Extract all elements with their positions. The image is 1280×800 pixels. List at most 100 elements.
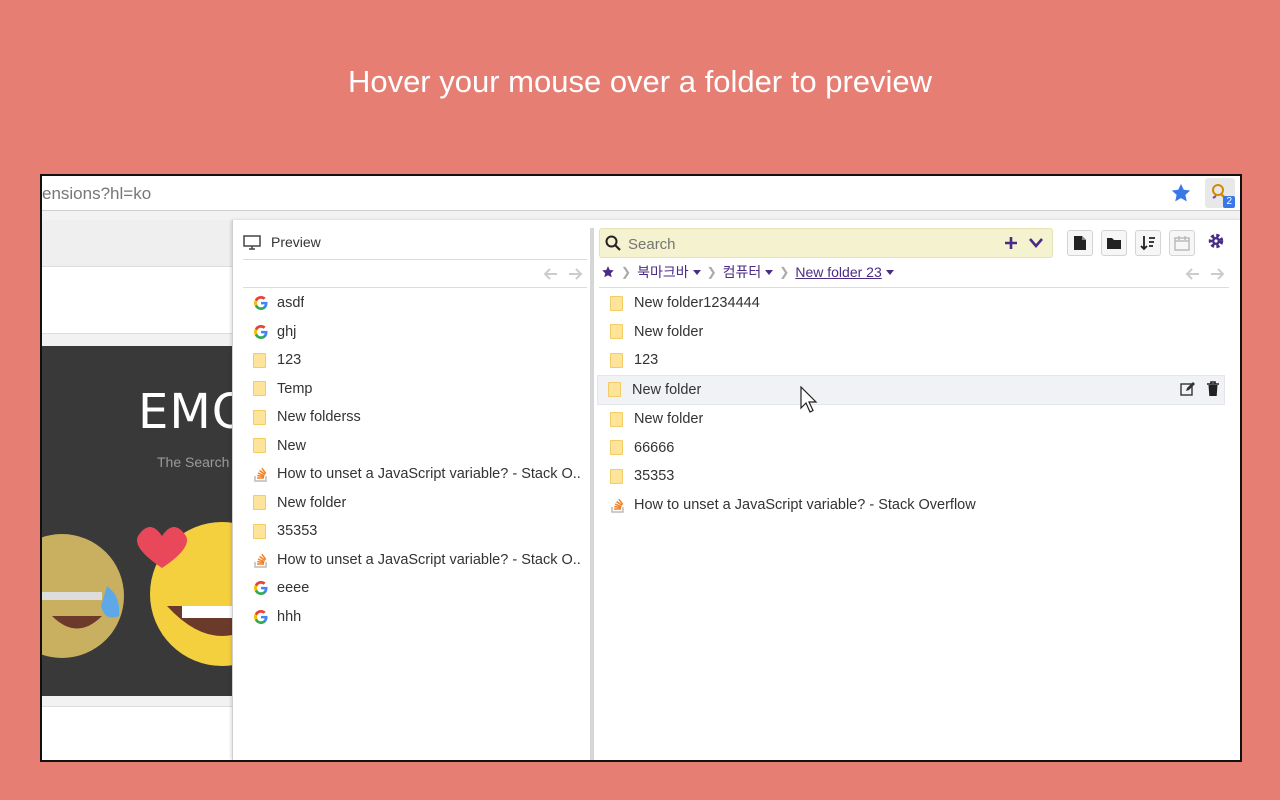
- main-list: New folder1234444 New folder 123 New folder…: [597, 289, 1225, 520]
- hero-subtitle: The Search: [157, 454, 230, 470]
- google-icon: [253, 580, 269, 596]
- main-nav: [1185, 266, 1225, 282]
- row-actions: [1180, 380, 1220, 402]
- preview-list: asdf ghj 123 Temp New folderss New How to unse…: [253, 289, 585, 631]
- preview-title: Preview: [271, 234, 321, 250]
- folder-item[interactable]: New folder: [253, 489, 585, 518]
- breadcrumb-item-2[interactable]: 컴퓨터: [723, 262, 774, 282]
- mouse-cursor-icon: [800, 386, 818, 413]
- search-box[interactable]: [599, 228, 1053, 258]
- forward-arrow-icon[interactable]: [1209, 266, 1225, 282]
- folder-icon: [608, 382, 621, 398]
- folder-icon: [253, 438, 266, 454]
- pane-splitter[interactable]: [590, 228, 594, 760]
- trash-icon[interactable]: [1206, 380, 1220, 402]
- item-label: Temp: [277, 380, 313, 397]
- item-label: hhh: [277, 608, 302, 625]
- add-icon[interactable]: [1004, 236, 1018, 250]
- item-label: New folderss: [277, 409, 361, 426]
- folder-item[interactable]: New folder1234444: [599, 289, 1225, 318]
- preview-divider-2: [243, 287, 587, 288]
- background-page-toolbar: [42, 220, 234, 267]
- stackoverflow-icon: [610, 497, 626, 513]
- item-label: 123: [277, 352, 302, 369]
- folder-item[interactable]: 123: [599, 346, 1225, 375]
- breadcrumb-separator-icon: ❯: [621, 265, 632, 279]
- folder-icon: [610, 324, 623, 340]
- folder-icon: [253, 352, 266, 368]
- folder-icon: [253, 381, 266, 397]
- folder-icon: [610, 295, 623, 311]
- folder-item[interactable]: New: [253, 432, 585, 461]
- breadcrumb-item-current[interactable]: New folder 23: [795, 264, 894, 280]
- caret-down-icon: [765, 269, 774, 275]
- bookmark-star-icon[interactable]: [1170, 182, 1192, 204]
- address-bar[interactable]: ensions?hl=ko 2: [42, 176, 1240, 211]
- headline: Hover your mouse over a folder to previe…: [347, 64, 933, 99]
- extension-badge: 2: [1223, 196, 1235, 208]
- preview-divider: [243, 259, 587, 260]
- background-page-footer: [42, 706, 234, 760]
- bookmark-item[interactable]: hhh: [253, 603, 585, 632]
- folder-item[interactable]: New folderss: [253, 403, 585, 432]
- back-arrow-icon[interactable]: [543, 266, 559, 282]
- google-icon: [253, 609, 269, 625]
- folder-icon: [1107, 238, 1121, 249]
- folder-item[interactable]: Temp: [253, 375, 585, 404]
- item-label: 123: [634, 352, 659, 369]
- main-pane: ❯ 북마크바 ❯ 컴퓨터 ❯ New folder 23 New folder1…: [595, 220, 1240, 760]
- folder-item[interactable]: 35353: [599, 462, 1225, 491]
- google-icon: [253, 295, 269, 311]
- bookmark-item[interactable]: How to unset a JavaScript variable? - St…: [253, 546, 585, 575]
- chevron-down-icon[interactable]: [1028, 237, 1044, 249]
- folder-item[interactable]: New folder: [597, 374, 1225, 405]
- star-root-icon[interactable]: [601, 265, 615, 279]
- breadcrumb-item-1[interactable]: 북마크바: [637, 262, 701, 282]
- breadcrumb-separator-icon: ❯: [706, 265, 717, 279]
- bookmark-item[interactable]: asdf: [253, 289, 585, 318]
- bookmark-item[interactable]: How to unset a JavaScript variable? - St…: [599, 491, 1225, 520]
- calendar-icon: [1174, 236, 1190, 251]
- search-input[interactable]: [626, 233, 1010, 255]
- calendar-button[interactable]: [1169, 230, 1195, 256]
- back-arrow-icon[interactable]: [1185, 266, 1201, 282]
- monitor-icon: [243, 235, 261, 250]
- sort-button[interactable]: [1135, 230, 1161, 256]
- folder-icon: [610, 411, 623, 427]
- folder-item[interactable]: 35353: [253, 517, 585, 546]
- settings-gear-icon[interactable]: [1207, 232, 1225, 255]
- item-label: 66666: [634, 439, 675, 456]
- forward-arrow-icon[interactable]: [567, 266, 583, 282]
- folder-item[interactable]: New folder: [599, 318, 1225, 347]
- item-label: How to unset a JavaScript variable? - St…: [277, 466, 581, 483]
- item-label: 35353: [634, 468, 675, 485]
- folder-icon: [610, 352, 623, 368]
- extension-button[interactable]: 2: [1205, 178, 1235, 208]
- bookmark-item[interactable]: ghj: [253, 318, 585, 347]
- preview-nav: [543, 266, 583, 282]
- item-label: New folder: [277, 494, 347, 511]
- breadcrumb: ❯ 북마크바 ❯ 컴퓨터 ❯ New folder 23: [601, 262, 894, 282]
- url-text[interactable]: ensions?hl=ko: [42, 184, 151, 204]
- google-icon: [253, 324, 269, 340]
- folder-item[interactable]: 123: [253, 346, 585, 375]
- folder-item[interactable]: 66666: [599, 434, 1225, 463]
- new-folder-button[interactable]: [1101, 230, 1127, 256]
- bookmark-item[interactable]: eeee: [253, 574, 585, 603]
- caret-down-icon: [885, 269, 894, 275]
- main-divider: [599, 287, 1229, 288]
- new-bookmark-button[interactable]: [1067, 230, 1093, 256]
- breadcrumb-separator-icon: ❯: [779, 265, 790, 279]
- bookmark-item[interactable]: How to unset a JavaScript variable? - St…: [253, 460, 585, 489]
- browser-window: ensions?hl=ko 2 EMO The Search: [40, 174, 1242, 762]
- breadcrumb-label: 북마크바: [637, 264, 689, 280]
- item-label: How to unset a JavaScript variable? - St…: [277, 551, 581, 568]
- item-label: How to unset a JavaScript variable? - St…: [634, 496, 976, 513]
- item-label: New folder1234444: [634, 295, 760, 312]
- folder-icon: [610, 468, 623, 484]
- item-label: asdf: [277, 295, 305, 312]
- stackoverflow-icon: [253, 552, 269, 568]
- item-label: New: [277, 437, 307, 454]
- folder-item[interactable]: New folder: [599, 405, 1225, 434]
- edit-icon[interactable]: [1180, 381, 1196, 402]
